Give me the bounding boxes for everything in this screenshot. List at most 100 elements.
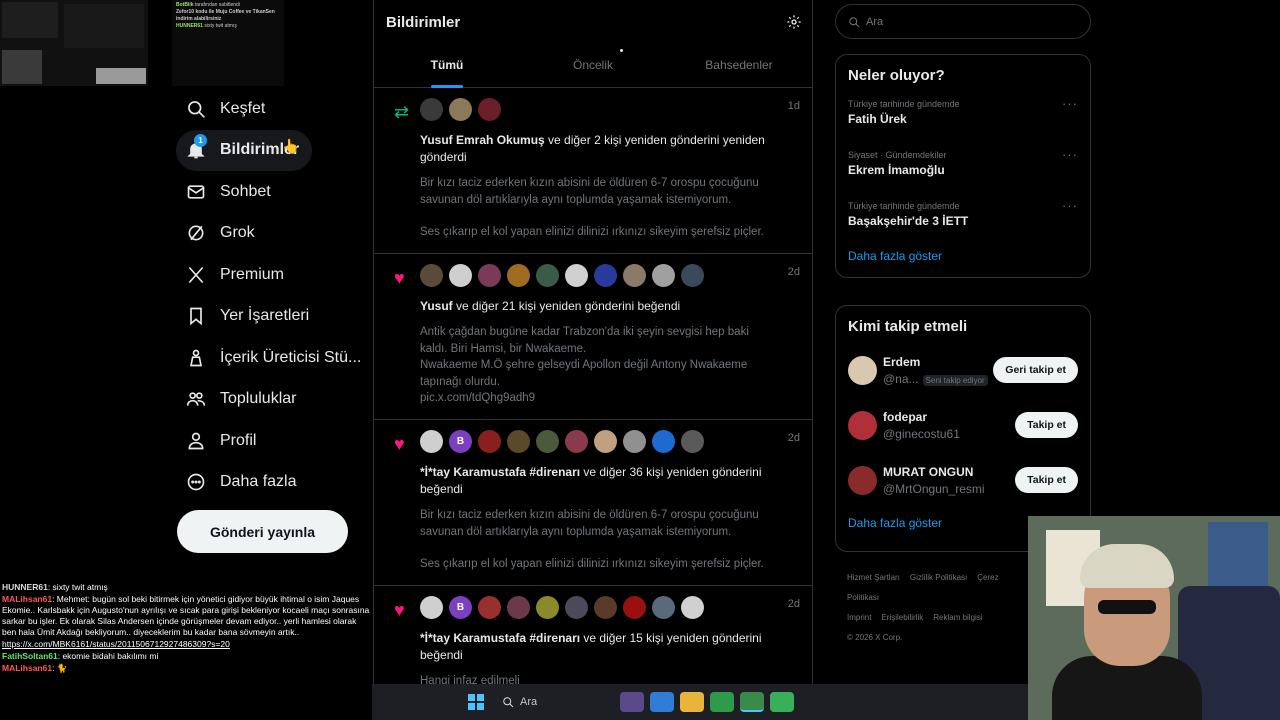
notification-item[interactable]: ♥ 2d B *İ*tay Karamustafa #direnarı ve d…	[374, 420, 812, 586]
trend-name: Ekrem İmamoğlu	[848, 163, 945, 177]
chrome-active-icon[interactable]	[740, 692, 764, 712]
nav-item-communities[interactable]: Topluluklar	[176, 379, 366, 421]
search-input[interactable]	[866, 15, 1066, 28]
trend-item[interactable]: Siyaset · Gündemdekiler Ekrem İmamoğlu ·…	[836, 139, 1090, 190]
trend-category: Türkiye tarihinde gündemde	[848, 99, 960, 109]
heart-icon: ♥	[394, 268, 405, 288]
avatar[interactable]: B	[449, 596, 472, 619]
tab-priority[interactable]: Öncelik	[520, 48, 666, 88]
avatar[interactable]	[478, 98, 501, 121]
avatar[interactable]	[652, 430, 675, 453]
edge-browser-icon[interactable]	[650, 692, 674, 712]
footer-link[interactable]: Reklam bilgisi	[933, 613, 982, 622]
avatar[interactable]	[420, 264, 443, 287]
chat-message: MALihsan61: 🐈	[2, 663, 68, 673]
copyright: © 2026 X Corp.	[847, 633, 903, 642]
more-dots-icon[interactable]: ···	[1062, 96, 1078, 111]
footer-link[interactable]: Hizmet Şartları	[847, 573, 900, 582]
avatar[interactable]	[681, 430, 704, 453]
nav-label: Profil	[220, 431, 257, 449]
follow-suggestion[interactable]: Erdem @na... Seni takip ediyor Geri takip…	[836, 343, 1090, 398]
pic-link[interactable]: pic.x.com/tdQhg9adh9	[420, 390, 778, 407]
avatar[interactable]	[420, 430, 443, 453]
avatar[interactable]	[652, 596, 675, 619]
avatar[interactable]	[565, 430, 588, 453]
avatar[interactable]	[594, 430, 617, 453]
nav-item-grok[interactable]: Grok	[176, 213, 366, 255]
avatar[interactable]	[478, 596, 501, 619]
notifications-header: Bildirimler Tümü Öncelik Bahsedenler	[374, 0, 812, 88]
avatar[interactable]	[507, 430, 530, 453]
nav-label: Daha fazla	[220, 473, 297, 491]
avatar[interactable]: B	[449, 430, 472, 453]
stream-chat-overlay: HUNNER61: sixty twit atmış MALihsan61: M…	[0, 578, 372, 720]
footer-link[interactable]: Imprint	[847, 613, 871, 622]
notification-time: 1d	[787, 100, 800, 112]
more-dots-icon[interactable]: ···	[1062, 198, 1078, 213]
trend-item[interactable]: Türkiye tarihinde gündemde Başakşehir'de…	[836, 190, 1090, 241]
avatar[interactable]	[681, 596, 704, 619]
avatar[interactable]	[536, 264, 559, 287]
footer-link[interactable]: Gizlilik Politikası	[910, 573, 967, 582]
tab-mentions[interactable]: Bahsedenler	[666, 48, 812, 88]
app-icon[interactable]	[770, 692, 794, 712]
footer-link[interactable]: Erişilebilirlik	[881, 613, 923, 622]
trends-show-more-link[interactable]: Daha fazla göster	[836, 241, 1090, 277]
follow-suggestion[interactable]: MURAT ONGUN @MrtOngun_resmi Takip et	[836, 453, 1090, 508]
avatar[interactable]	[449, 98, 472, 121]
user-name: MURAT ONGUN	[883, 465, 974, 479]
windows-start-icon[interactable]	[468, 694, 484, 710]
follow-button[interactable]: Takip et	[1015, 467, 1078, 493]
avatar[interactable]	[478, 430, 501, 453]
trend-item[interactable]: Türkiye tarihinde gündemde Fatih Ürek ··…	[836, 88, 1090, 139]
avatar[interactable]	[507, 264, 530, 287]
follow-button[interactable]: Takip et	[1015, 412, 1078, 438]
notification-item[interactable]: ♥ 2d Yusuf ve diğer 21 kişi yeniden gönd…	[374, 254, 812, 420]
notification-text: Yusuf ve diğer 21 kişi yeniden gönderini…	[420, 299, 681, 313]
avatar[interactable]	[594, 264, 617, 287]
chrome-icon[interactable]	[710, 692, 734, 712]
more-dots-icon[interactable]: ···	[1062, 147, 1078, 162]
notification-quote: Antik çağdan bugüne kadar Trabzon'da iki…	[420, 324, 800, 407]
nav-item-chat[interactable]: Sohbet	[176, 171, 366, 213]
nav-item-bookmarks[interactable]: Yer İşaretleri	[176, 296, 366, 338]
avatar-group: B	[420, 430, 800, 454]
nav-item-premium[interactable]: Premium	[176, 254, 366, 296]
follow-back-button[interactable]: Geri takip et	[993, 357, 1078, 383]
taskbar-search[interactable]: Ara	[494, 689, 614, 715]
avatar[interactable]	[449, 264, 472, 287]
nav-item-creator-studio[interactable]: İçerik Üreticisi Stü...	[176, 337, 366, 379]
avatar[interactable]	[565, 596, 588, 619]
avatar[interactable]	[594, 596, 617, 619]
chat-link[interactable]: https://x.com/MBK6161/status/20115067129…	[2, 639, 370, 650]
follow-suggestion[interactable]: fodepar @ginecostu61 Takip et	[836, 398, 1090, 453]
file-explorer-icon[interactable]	[620, 692, 644, 712]
avatar[interactable]	[536, 596, 559, 619]
nav-item-profile[interactable]: Profil	[176, 420, 366, 462]
nav-item-more[interactable]: Daha fazla	[176, 462, 366, 504]
avatar[interactable]	[623, 264, 646, 287]
folder-icon[interactable]	[680, 692, 704, 712]
avatar[interactable]	[623, 596, 646, 619]
avatar[interactable]	[681, 264, 704, 287]
avatar[interactable]	[652, 264, 675, 287]
mini-chat-line: Zefor10 kodu ile Muju Coffee ve TikanSen…	[176, 9, 275, 22]
nav-label: Sohbet	[220, 182, 271, 200]
nav-label: Topluluklar	[220, 390, 297, 408]
tab-all[interactable]: Tümü	[374, 48, 520, 88]
avatar[interactable]	[623, 430, 646, 453]
taskbar-search-placeholder: Ara	[520, 696, 538, 708]
avatar[interactable]	[565, 264, 588, 287]
nav-item-explore[interactable]: Keşfet	[176, 88, 366, 130]
notification-quote: Bir kızı taciz ederken kızın abisini de …	[420, 509, 764, 570]
notification-item[interactable]: ⇄ 1d Yusuf Emrah Okumuş ve diğer 2 kişi …	[374, 88, 812, 254]
avatar[interactable]	[420, 98, 443, 121]
search-box[interactable]	[835, 4, 1091, 39]
avatar[interactable]	[536, 430, 559, 453]
avatar[interactable]	[420, 596, 443, 619]
gear-icon[interactable]	[786, 14, 802, 30]
avatar[interactable]	[507, 596, 530, 619]
avatar-group: B	[420, 596, 800, 620]
post-button[interactable]: Gönderi yayınla	[177, 510, 348, 553]
avatar[interactable]	[478, 264, 501, 287]
